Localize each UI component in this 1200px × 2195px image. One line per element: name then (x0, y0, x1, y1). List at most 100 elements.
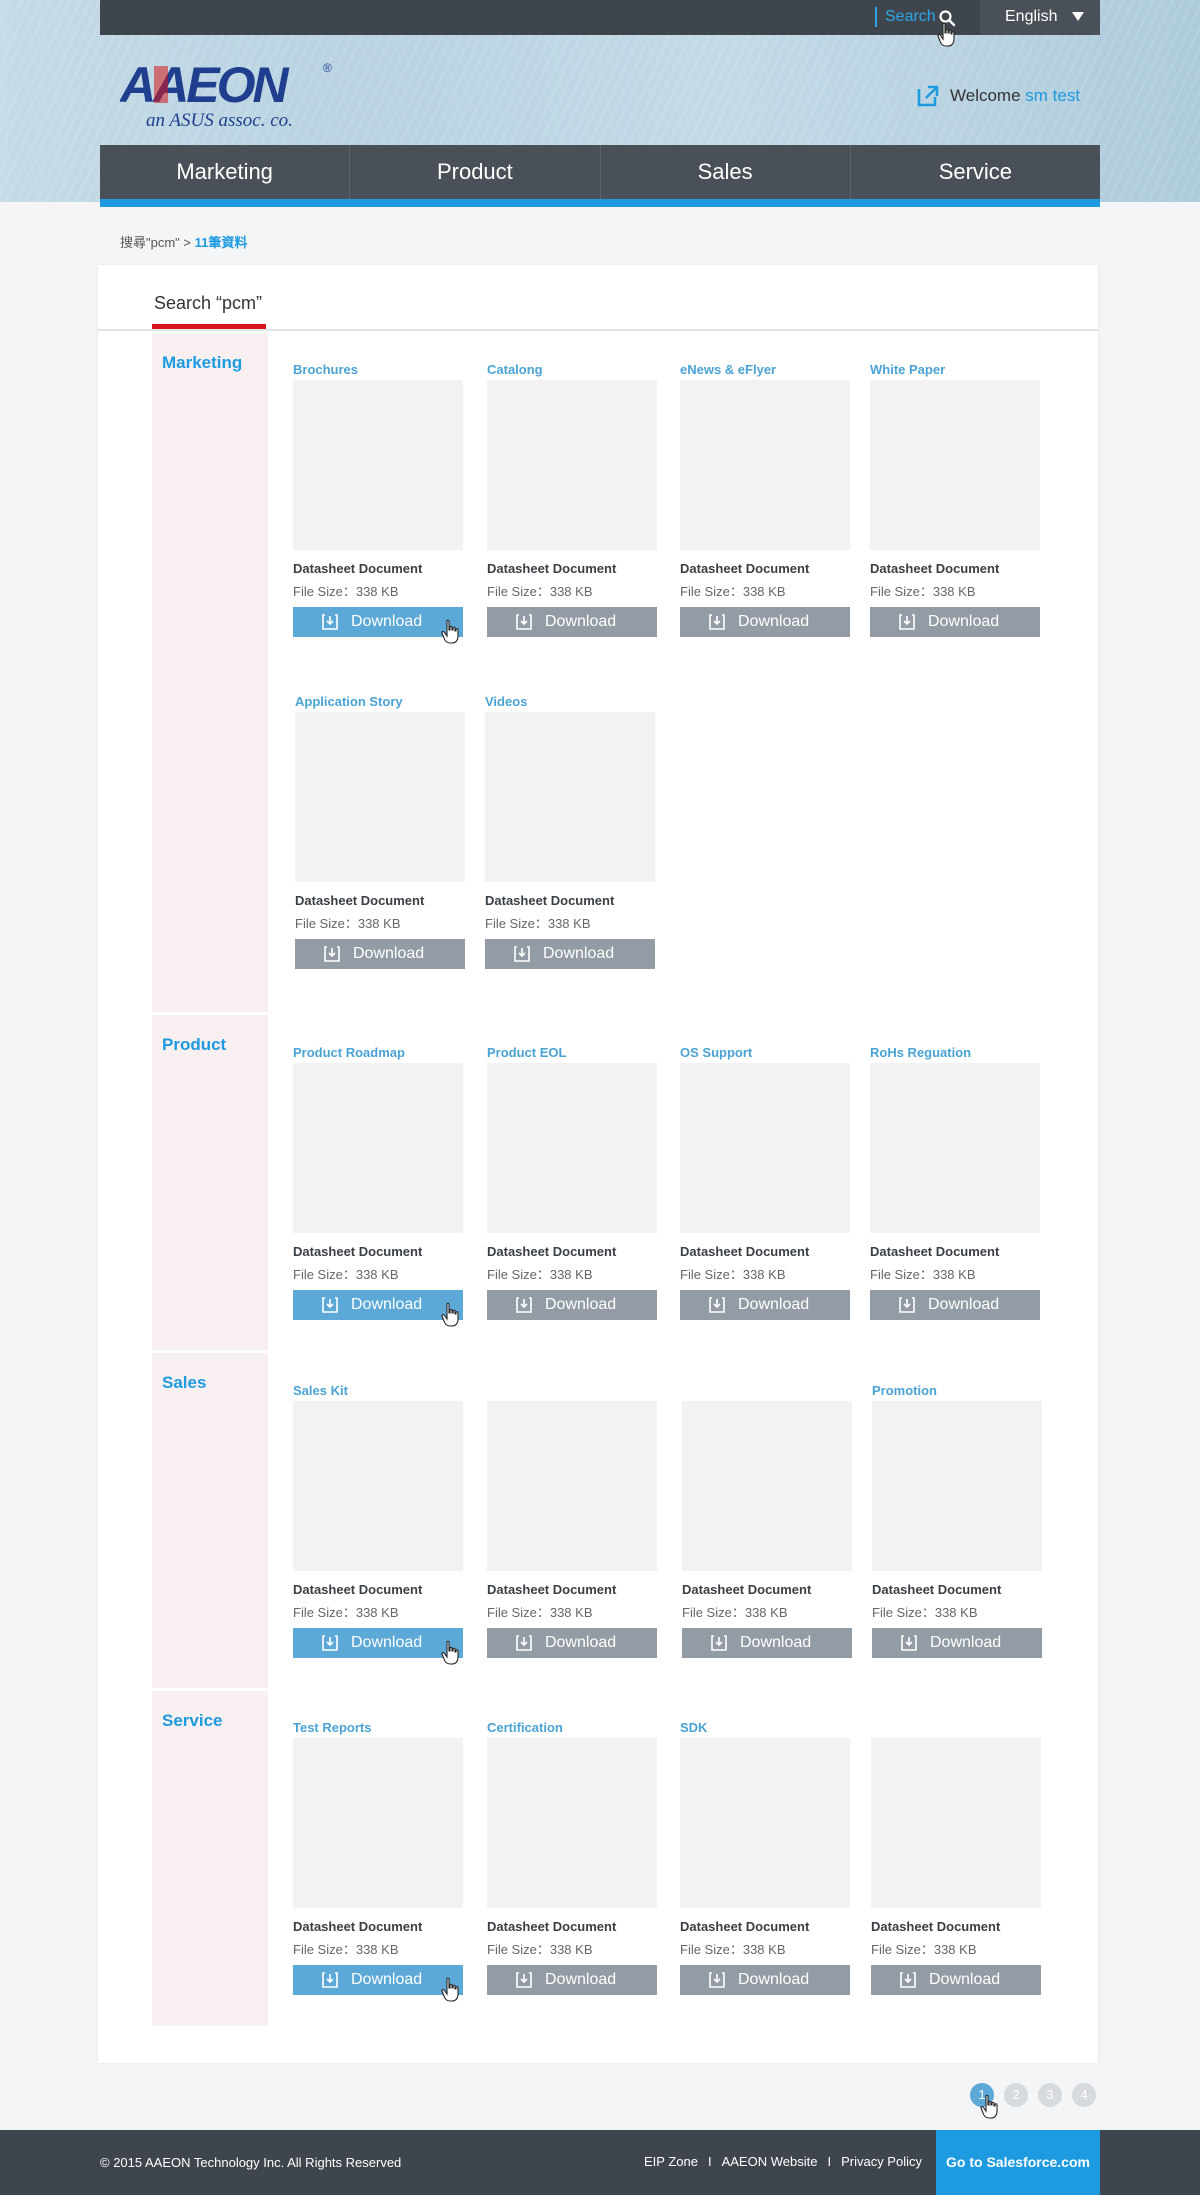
section-label: Sales (162, 1373, 207, 1392)
salesforce-button[interactable]: Go to Salesforce.com (936, 2130, 1100, 2195)
nav-item-product[interactable]: Product (350, 145, 601, 199)
card-category[interactable]: RoHs Reguation (870, 1045, 1042, 1063)
download-icon (709, 614, 725, 630)
card-category[interactable]: SDK (680, 1720, 852, 1738)
card-category[interactable]: White Paper (870, 362, 1042, 380)
download-button[interactable]: Download (870, 607, 1040, 637)
card-file-size: File Size：338 KB (487, 1605, 593, 1620)
card-category[interactable]: Sales Kit (293, 1383, 465, 1401)
download-icon (516, 1297, 532, 1313)
document-card: OS Support Datasheet Document File Size：… (680, 1045, 852, 1320)
card-category[interactable]: Certification (487, 1720, 659, 1738)
card-category[interactable]: Test Reports (293, 1720, 465, 1738)
nav-item-service[interactable]: Service (851, 145, 1100, 199)
card-file-size: File Size：338 KB (870, 1267, 976, 1282)
download-button[interactable]: Download (485, 939, 655, 969)
card-thumbnail[interactable] (870, 1063, 1040, 1233)
download-label: Download (930, 1634, 1002, 1651)
language-selector[interactable]: English (980, 0, 1100, 35)
card-category[interactable] (871, 1720, 1043, 1738)
section-sales: Sales (152, 1353, 268, 1688)
card-thumbnail[interactable] (682, 1401, 852, 1571)
footer-link-privacy-policy[interactable]: Privacy Policy (841, 2154, 922, 2169)
card-file-size: File Size：338 KB (870, 584, 976, 599)
card-thumbnail[interactable] (293, 380, 463, 550)
card-thumbnail[interactable] (293, 1063, 463, 1233)
download-button[interactable]: Download (680, 1965, 850, 1995)
footer-separator: I (827, 2154, 832, 2169)
download-button[interactable]: Download (293, 607, 463, 644)
card-thumbnail[interactable] (293, 1401, 463, 1571)
download-button[interactable]: Download (870, 1290, 1040, 1320)
card-category[interactable]: Product Roadmap (293, 1045, 465, 1063)
card-thumbnail[interactable] (680, 1063, 850, 1233)
card-category[interactable]: Application Story (295, 694, 467, 712)
card-thumbnail[interactable] (870, 380, 1040, 550)
card-doc-name: Datasheet Document (682, 1582, 812, 1597)
download-button[interactable]: Download (293, 1628, 463, 1665)
card-file-size: File Size：338 KB (293, 584, 399, 599)
document-card: RoHs Reguation Datasheet Document File S… (870, 1045, 1042, 1320)
card-thumbnail[interactable] (487, 380, 657, 550)
card-category[interactable]: Promotion (872, 1383, 1044, 1401)
aaeon-logo[interactable]: AAEON ® an ASUS assoc. co. (120, 58, 340, 130)
download-button[interactable]: Download (293, 1965, 463, 2002)
card-thumbnail[interactable] (871, 1738, 1041, 1908)
card-thumbnail[interactable] (487, 1401, 657, 1571)
card-category[interactable] (682, 1383, 854, 1401)
download-button[interactable]: Download (680, 1290, 850, 1320)
document-card: Datasheet Document File Size：338 KB Down… (871, 1720, 1043, 1995)
download-icon (322, 1972, 338, 1988)
card-thumbnail[interactable] (295, 712, 465, 882)
page-4-button[interactable]: 4 (1072, 2083, 1096, 2107)
download-button[interactable]: Download (293, 1290, 463, 1327)
card-file-size: File Size：338 KB (682, 1605, 788, 1620)
page-2-button[interactable]: 2 (1004, 2083, 1028, 2107)
document-card: Certification Datasheet Document File Si… (487, 1720, 659, 1995)
download-button[interactable]: Download (682, 1628, 852, 1658)
document-card: Datasheet Document File Size：338 KB Down… (487, 1383, 659, 1658)
card-category[interactable]: Brochures (293, 362, 465, 380)
card-file-size: File Size：338 KB (293, 1267, 399, 1282)
download-button[interactable]: Download (487, 1965, 657, 1995)
card-thumbnail[interactable] (680, 380, 850, 550)
download-button[interactable]: Download (295, 939, 465, 969)
nav-item-marketing[interactable]: Marketing (100, 145, 351, 199)
card-thumbnail[interactable] (872, 1401, 1042, 1571)
card-category[interactable]: eNews & eFlyer (680, 362, 852, 380)
card-thumbnail[interactable] (487, 1738, 657, 1908)
card-category[interactable]: Catalong (487, 362, 659, 380)
user-name-link[interactable]: sm test (1025, 86, 1080, 105)
download-icon (709, 1297, 725, 1313)
page-3-button[interactable]: 3 (1038, 2083, 1062, 2107)
card-thumbnail[interactable] (485, 712, 655, 882)
download-button[interactable]: Download (487, 607, 657, 637)
footer-link-aaeon-website[interactable]: AAEON Website (722, 2154, 818, 2169)
download-button[interactable]: Download (872, 1628, 1042, 1658)
card-doc-name: Datasheet Document (870, 561, 1000, 576)
card-category[interactable]: OS Support (680, 1045, 852, 1063)
download-button[interactable]: Download (871, 1965, 1041, 1995)
card-doc-name: Datasheet Document (487, 1244, 617, 1259)
footer-link-eip-zone[interactable]: EIP Zone (644, 2154, 698, 2169)
hand-cursor-icon (441, 1977, 459, 2002)
download-label: Download (738, 1971, 810, 1988)
card-thumbnail[interactable] (487, 1063, 657, 1233)
card-category[interactable] (487, 1383, 659, 1401)
document-card: Product EOL Datasheet Document File Size… (487, 1045, 659, 1320)
card-thumbnail[interactable] (680, 1738, 850, 1908)
breadcrumb-query[interactable]: 搜尋"pcm" (120, 235, 180, 250)
download-button[interactable]: Download (487, 1290, 657, 1320)
card-category[interactable]: Videos (485, 694, 657, 712)
nav-item-sales[interactable]: Sales (601, 145, 851, 199)
card-thumbnail[interactable] (293, 1738, 463, 1908)
card-category[interactable]: Product EOL (487, 1045, 659, 1063)
card-file-size: File Size：338 KB (293, 1605, 399, 1620)
download-button[interactable]: Download (487, 1628, 657, 1658)
card-doc-name: Datasheet Document (870, 1244, 1000, 1259)
document-card: Catalong Datasheet Document File Size：33… (487, 362, 659, 637)
download-button[interactable]: Download (680, 607, 850, 637)
search-link[interactable]: Search (875, 7, 936, 27)
download-label: Download (738, 1296, 810, 1313)
download-icon (899, 614, 915, 630)
